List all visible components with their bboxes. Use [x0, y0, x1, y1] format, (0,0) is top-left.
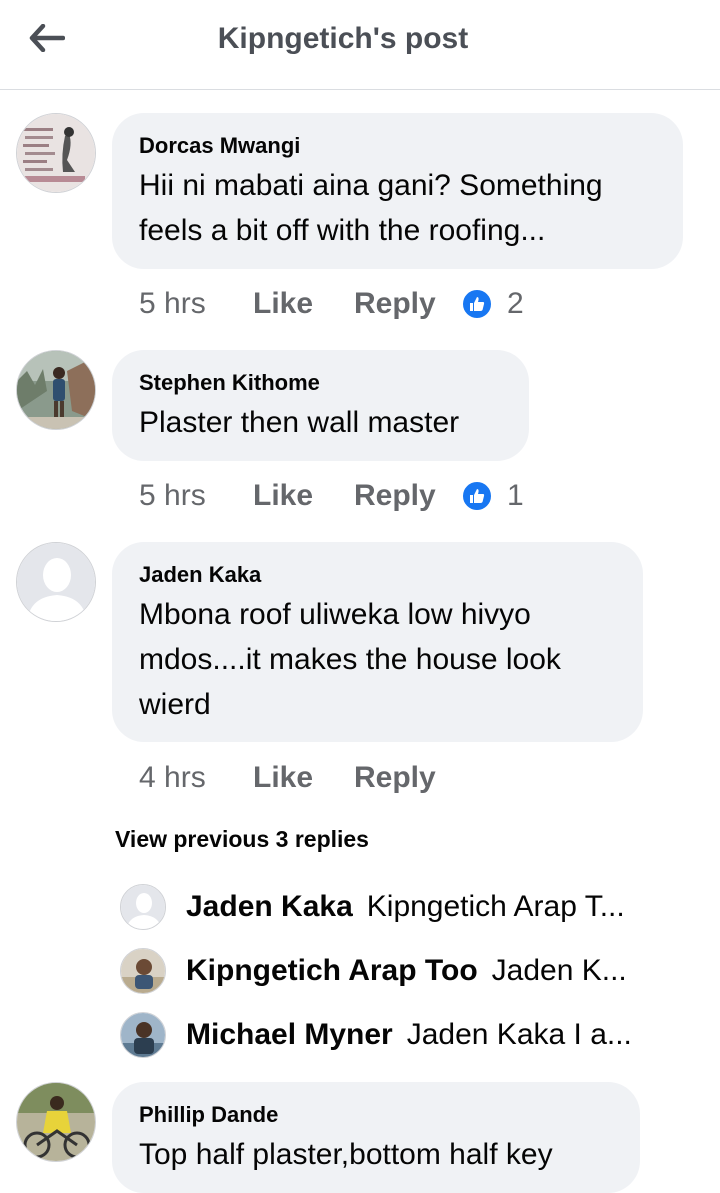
comment-line: wierd [139, 688, 211, 721]
comment-author[interactable]: Phillip Dande [139, 1100, 613, 1130]
comment-text: Hii ni mabati aina gani? Something feels… [139, 163, 656, 253]
comment-line: mdos....it makes the house look [139, 643, 561, 676]
comment-line: Hii ni mabati aina gani? Something [139, 169, 603, 202]
avatar[interactable] [16, 113, 96, 193]
comment-line: feels a bit off with the roofing... [139, 214, 546, 247]
comment-line: Plaster then wall master [139, 406, 460, 439]
reaction-count[interactable]: 1 [461, 479, 524, 513]
comment-bubble: Dorcas Mwangi Hii ni mabati aina gani? S… [112, 113, 683, 269]
reply-snippet: Jaden K... [491, 954, 627, 987]
view-previous-replies-link[interactable]: View previous 3 replies [115, 826, 369, 853]
thumbs-up-icon [461, 288, 493, 320]
comment-text: Mbona roof uliweka low hivyo mdos....it … [139, 592, 616, 727]
comment-actions: 5 hrs Like Reply 1 [139, 476, 524, 516]
avatar [120, 1012, 166, 1058]
like-button[interactable]: Like [253, 287, 354, 321]
like-button[interactable]: Like [253, 479, 354, 513]
avatar[interactable] [16, 350, 96, 430]
reaction-count-value: 2 [507, 287, 524, 320]
reply-button[interactable]: Reply [354, 479, 461, 513]
comment-time[interactable]: 5 hrs [139, 479, 253, 513]
reply-button[interactable]: Reply [354, 761, 461, 795]
default-avatar-icon[interactable] [16, 542, 96, 622]
default-avatar-icon [120, 884, 166, 930]
page-title: Kipngetich's post [217, 22, 469, 55]
reaction-count-value: 1 [507, 479, 524, 512]
comment-bubble: Phillip Dande Top half plaster,bottom ha… [112, 1082, 640, 1193]
comment-author[interactable]: Stephen Kithome [139, 368, 502, 398]
reply-button[interactable]: Reply [354, 287, 461, 321]
reply-item[interactable]: Michael Myner Jaden Kaka I a... [120, 1011, 680, 1059]
reply-snippet: Kipngetich Arap T... [366, 890, 625, 923]
top-bar: Kipngetich's post [0, 0, 720, 90]
comment-text: Top half plaster,bottom half key [139, 1132, 613, 1177]
comment-line: Mbona roof uliweka low hivyo [139, 598, 531, 631]
comment-actions: 5 hrs Like Reply 2 [139, 284, 524, 324]
reaction-count[interactable]: 2 [461, 287, 524, 321]
reply-author[interactable]: Kipngetich Arap Too [186, 954, 478, 988]
like-button[interactable]: Like [253, 761, 354, 795]
avatar[interactable] [16, 1082, 96, 1162]
comment-bubble: Stephen Kithome Plaster then wall master [112, 350, 529, 461]
reply-item[interactable]: Jaden Kaka Kipngetich Arap T... [120, 883, 680, 931]
reply-snippet: Jaden Kaka I a... [406, 1018, 632, 1051]
reply-author[interactable]: Michael Myner [186, 1018, 393, 1052]
comment-author[interactable]: Dorcas Mwangi [139, 131, 656, 161]
comment-time[interactable]: 5 hrs [139, 287, 253, 321]
comment-time[interactable]: 4 hrs [139, 761, 253, 795]
comment-bubble: Jaden Kaka Mbona roof uliweka low hivyo … [112, 542, 643, 742]
reply-item[interactable]: Kipngetich Arap Too Jaden K... [120, 947, 680, 995]
comment-line: Top half plaster,bottom half key [139, 1138, 553, 1171]
avatar [120, 948, 166, 994]
comment-author[interactable]: Jaden Kaka [139, 560, 616, 590]
comment-actions: 4 hrs Like Reply [139, 758, 461, 798]
thumbs-up-icon [461, 480, 493, 512]
comment-text: Plaster then wall master [139, 400, 502, 445]
reply-author[interactable]: Jaden Kaka [186, 890, 353, 924]
